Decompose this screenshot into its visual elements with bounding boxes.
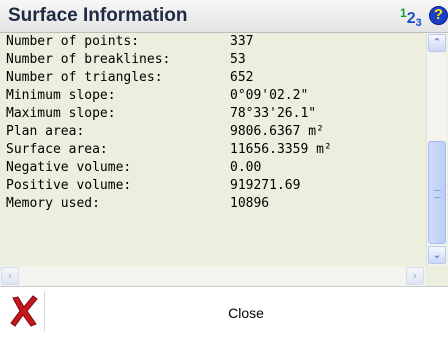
chevron-right-icon: › [412,269,418,282]
info-row: Plan area: 9806.6367 m² [6,124,324,142]
scroll-left-button[interactable]: ‹ [1,267,19,285]
footer-bar: Close [0,287,448,339]
info-label: Positive volume: [6,178,132,193]
chevron-left-icon: ‹ [7,269,13,282]
info-value: 919271.69 [230,178,301,193]
info-value: 9806.6367 m² [230,124,324,139]
vertical-scrollbar[interactable]: ⌃ ⌄ [426,33,447,266]
info-label: Number of points: [6,34,140,49]
info-label: Memory used: [6,196,100,211]
info-value: 652 [230,70,254,85]
grip-icon [434,190,441,198]
close-button[interactable]: Close [48,295,444,331]
title-bar: Surface Information 123 ? [0,0,448,33]
scroll-down-button[interactable]: ⌄ [428,246,446,264]
info-value: 0°09'02.2" [230,88,309,103]
info-list: Number of points: 337 Number of breaklin… [0,33,426,266]
number-format-icon[interactable]: 123 [400,6,422,29]
info-label: Surface area: [6,142,108,157]
chevron-down-icon: ⌄ [432,248,442,261]
window-title: Surface Information [8,5,188,26]
info-row: Negative volume: 0.00 [6,160,261,178]
info-row: Number of breaklines: 53 [6,52,246,70]
info-label: Negative volume: [6,160,132,175]
horizontal-scrollbar[interactable]: ‹ › [0,266,426,286]
info-label: Plan area: [6,124,85,139]
info-label: Number of breaklines: [6,52,171,67]
vertical-scroll-thumb[interactable] [428,141,446,244]
info-label: Number of triangles: [6,70,163,85]
scrollbar-corner [426,266,446,286]
info-value: 53 [230,52,246,67]
info-label: Minimum slope: [6,88,116,103]
info-row: Surface area: 11656.3359 m² [6,142,332,160]
info-row: Number of points: 337 [6,34,253,52]
scroll-up-button[interactable]: ⌃ [428,34,446,52]
info-row: Maximum slope: 78°33'26.1" [6,106,316,124]
surface-info-window: Surface Information 123 ? Number of poin… [0,0,448,339]
info-value: 11656.3359 m² [230,142,332,157]
info-row: Memory used: 10896 [6,196,269,214]
chevron-up-icon: ⌃ [432,36,442,49]
info-panel: Number of points: 337 Number of breaklin… [0,33,448,287]
info-row: Positive volume: 919271.69 [6,178,300,196]
info-value: 10896 [230,196,270,211]
info-value: 0.00 [230,160,262,175]
help-icon[interactable]: ? [429,6,448,25]
info-value: 78°33'26.1" [230,106,317,121]
cancel-button[interactable] [4,291,45,331]
scroll-right-button[interactable]: › [406,267,424,285]
info-label: Maximum slope: [6,106,116,121]
red-x-icon [10,295,38,327]
info-value: 337 [230,34,254,49]
info-row: Number of triangles: 652 [6,70,253,88]
info-row: Minimum slope: 0°09'02.2" [6,88,308,106]
